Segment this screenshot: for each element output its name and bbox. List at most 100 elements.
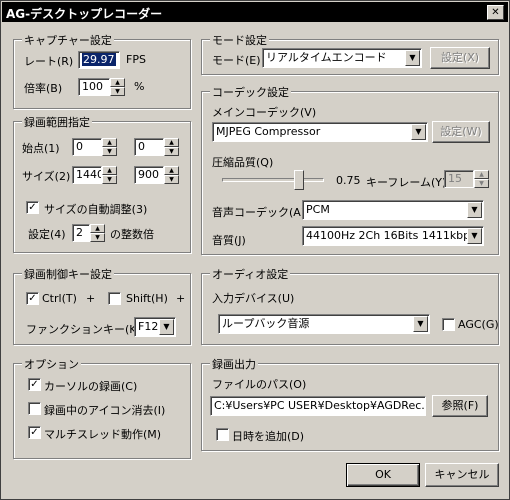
rate-label: レート(R) <box>24 55 74 68</box>
recording-range-legend: 録画範囲指定 <box>22 114 92 130</box>
spin-up-icon[interactable]: ▲ <box>102 166 117 175</box>
quality-slider-thumb[interactable] <box>293 170 304 190</box>
size-label: サイズ(2) <box>22 170 71 183</box>
audio-legend: オーディオ設定 <box>210 266 291 282</box>
cursor-record-checkbox[interactable]: ✓ <box>28 378 41 391</box>
start-y-input[interactable]: 0 <box>134 138 164 156</box>
rate-value: 29.97 <box>82 53 116 66</box>
chevron-down-icon[interactable]: ▼ <box>467 228 482 244</box>
multiple-suffix: の整数倍 <box>110 228 154 241</box>
function-key-select[interactable]: F12 ▼ <box>134 317 176 337</box>
add-timestamp-checkbox[interactable] <box>216 428 229 441</box>
hide-icon-label[interactable]: 録画中のアイコン消去(I) <box>44 402 165 418</box>
spin-up-icon[interactable]: ▲ <box>164 166 179 175</box>
chevron-down-icon[interactable]: ▼ <box>159 319 174 335</box>
chevron-down-icon[interactable]: ▼ <box>411 124 426 140</box>
input-device-select[interactable]: ループバック音源 ▼ <box>218 314 430 334</box>
title-bar[interactable]: AG-デスクトップレコーダー ✕ <box>2 2 508 22</box>
audio-group: オーディオ設定 入力デバイス(U) ループバック音源 ▼ AGC(G) <box>201 266 499 345</box>
codec-group: コーデック設定 メインコーデック(V) MJPEG Compressor ▼ 設… <box>201 84 499 255</box>
spin-down-icon[interactable]: ▼ <box>102 147 117 156</box>
function-key-value: F12 <box>138 320 159 333</box>
spin-down-icon[interactable]: ▼ <box>164 175 179 184</box>
auto-adjust-checkbox[interactable]: ✓ <box>26 201 39 214</box>
capture-settings-group: キャプチャー設定 レート(R) 29.97 FPS 倍率(B) 100 ▲ ▼ % <box>13 32 191 109</box>
file-path-input[interactable]: C:¥Users¥PC USER¥Desktop¥AGDRec.avi <box>210 396 426 416</box>
size-width-spinner[interactable]: ▲ ▼ <box>102 166 117 184</box>
window-title: AG-デスクトップレコーダー <box>6 7 163 21</box>
mode-value: リアルタイムエンコード <box>266 51 387 64</box>
audio-codec-label: 音声コーデック(A) <box>212 206 306 219</box>
hide-icon-checkbox[interactable] <box>28 402 41 415</box>
cancel-button[interactable]: キャンセル <box>425 463 499 487</box>
plus-sign: + <box>86 292 96 305</box>
spin-up-icon[interactable]: ▲ <box>164 138 179 147</box>
rate-input[interactable]: 29.97 <box>78 51 120 69</box>
mode-label: モード(E) <box>212 54 261 67</box>
multithread-label[interactable]: マルチスレッド動作(M) <box>44 426 161 442</box>
spin-down-icon[interactable]: ▼ <box>90 233 105 242</box>
hotkey-legend: 録画制御キー設定 <box>22 266 114 282</box>
codec-settings-button[interactable]: 設定(W) <box>432 121 490 143</box>
spin-down-icon[interactable]: ▼ <box>102 175 117 184</box>
multiple-setting-input[interactable]: 2 <box>72 224 90 242</box>
spin-down-icon[interactable]: ▼ <box>164 147 179 156</box>
recording-range-group: 録画範囲指定 始点(1) 0 ▲ ▼ 0 ▲ ▼ サイズ(2) 1440 ▲ ▼ 90… <box>13 114 191 253</box>
spin-up-icon[interactable]: ▲ <box>110 78 125 87</box>
shift-label[interactable]: Shift(H) <box>126 292 168 305</box>
scale-label: 倍率(B) <box>24 82 63 95</box>
size-height-input[interactable]: 900 <box>134 166 164 184</box>
agc-label[interactable]: AGC(G) <box>458 318 499 331</box>
start-point-label: 始点(1) <box>22 142 60 155</box>
audio-codec-select[interactable]: PCM ▼ <box>302 200 484 220</box>
output-group: 録画出力 ファイルのパス(O) C:¥Users¥PC USER¥Desktop… <box>201 356 499 451</box>
size-width-input[interactable]: 1440 <box>72 166 102 184</box>
chevron-down-icon[interactable]: ▼ <box>405 50 420 66</box>
audio-quality-select[interactable]: 44100Hz 2Ch 16Bits 1411kbps ▼ <box>302 226 484 246</box>
scale-spinner[interactable]: ▲ ▼ <box>110 78 125 96</box>
output-legend: 録画出力 <box>210 356 258 372</box>
size-height-spinner[interactable]: ▲ ▼ <box>164 166 179 184</box>
multithread-checkbox[interactable]: ✓ <box>28 426 41 439</box>
spin-down-icon[interactable]: ▼ <box>474 179 489 188</box>
input-device-label: 入力デバイス(U) <box>212 292 295 305</box>
chevron-down-icon[interactable]: ▼ <box>467 202 482 218</box>
agc-checkbox[interactable] <box>442 318 455 331</box>
auto-adjust-label[interactable]: サイズの自動調整(3) <box>44 201 147 217</box>
quality-slider-track[interactable] <box>222 178 324 182</box>
audio-quality-value: 44100Hz 2Ch 16Bits 1411kbps <box>306 229 476 242</box>
mode-select[interactable]: リアルタイムエンコード ▼ <box>262 48 422 68</box>
shift-checkbox[interactable] <box>108 292 121 305</box>
main-codec-label: メインコーデック(V) <box>212 106 317 119</box>
start-y-spinner[interactable]: ▲ ▼ <box>164 138 179 156</box>
main-codec-select[interactable]: MJPEG Compressor ▼ <box>212 122 428 142</box>
function-key-label: ファンクションキー(K) <box>26 323 141 336</box>
spin-up-icon[interactable]: ▲ <box>474 170 489 179</box>
spin-up-icon[interactable]: ▲ <box>102 138 117 147</box>
close-icon[interactable]: ✕ <box>487 5 504 20</box>
options-group: オプション ✓ カーソルの録画(C) 録画中のアイコン消去(I) ✓ マルチスレ… <box>13 356 191 459</box>
input-device-value: ループバック音源 <box>222 317 310 330</box>
ok-button[interactable]: OK <box>346 463 420 487</box>
ctrl-label[interactable]: Ctrl(T) <box>42 292 77 305</box>
spin-down-icon[interactable]: ▼ <box>110 87 125 96</box>
mode-settings-button[interactable]: 設定(X) <box>430 47 490 69</box>
scale-unit: % <box>134 80 145 93</box>
keyframe-input[interactable]: 15 <box>444 170 474 188</box>
scale-input[interactable]: 100 <box>78 78 110 96</box>
keyframe-label: キーフレーム(Y) <box>366 176 447 189</box>
browse-button[interactable]: 参照(F) <box>432 395 488 417</box>
cursor-record-label[interactable]: カーソルの録画(C) <box>44 378 137 394</box>
keyframe-spinner[interactable]: ▲ ▼ <box>474 170 489 188</box>
audio-codec-value: PCM <box>306 203 330 216</box>
main-codec-value: MJPEG Compressor <box>216 125 321 138</box>
mode-group: モード設定 モード(E) リアルタイムエンコード ▼ 設定(X) <box>201 32 499 75</box>
rate-unit: FPS <box>126 53 146 66</box>
start-x-input[interactable]: 0 <box>72 138 102 156</box>
spin-up-icon[interactable]: ▲ <box>90 224 105 233</box>
multiple-setting-spinner[interactable]: ▲ ▼ <box>90 224 105 242</box>
start-x-spinner[interactable]: ▲ ▼ <box>102 138 117 156</box>
chevron-down-icon[interactable]: ▼ <box>413 316 428 332</box>
ctrl-checkbox[interactable]: ✓ <box>26 292 39 305</box>
add-timestamp-label[interactable]: 日時を追加(D) <box>232 428 304 444</box>
